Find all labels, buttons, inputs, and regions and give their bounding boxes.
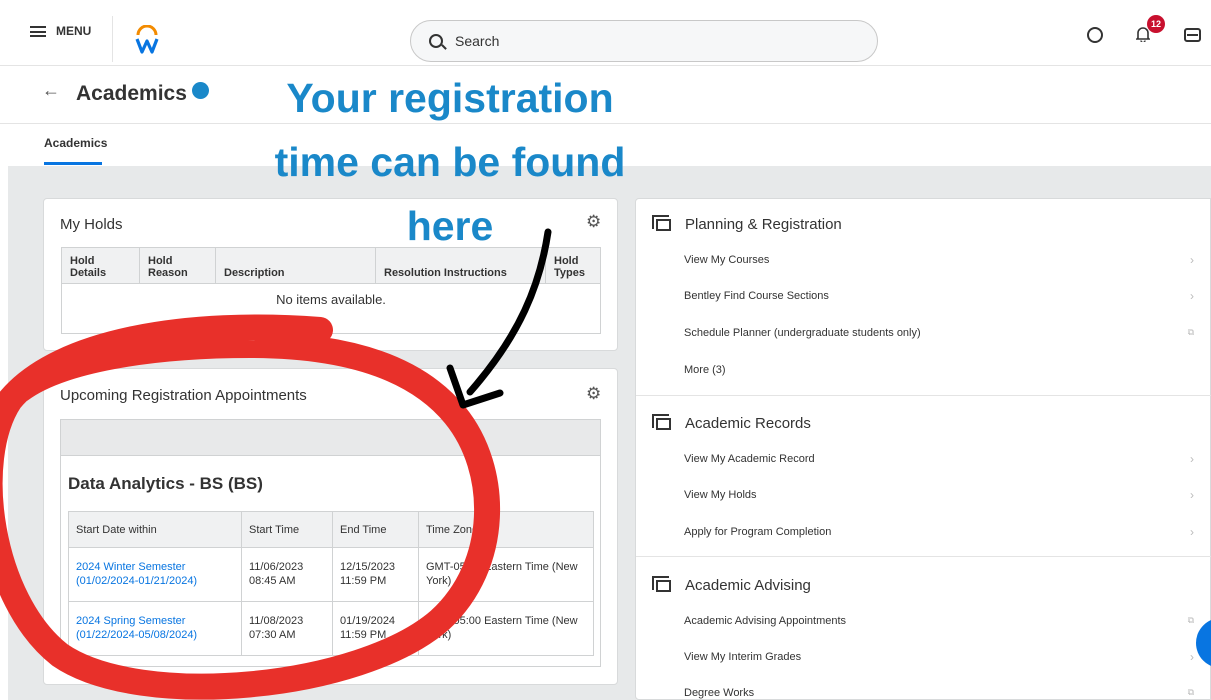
nav-item-program-completion[interactable]: Apply for Program Completion › bbox=[684, 525, 1194, 539]
external-link-icon: ⧉ bbox=[1187, 327, 1194, 337]
search-input[interactable]: Search bbox=[455, 33, 499, 49]
semester-link[interactable]: 2024 Spring Semester (01/22/2024-05/08/2… bbox=[68, 601, 242, 656]
nav-item-interim-grades[interactable]: View My Interim Grades › bbox=[684, 650, 1194, 664]
divider bbox=[636, 395, 1211, 396]
worklet-icon bbox=[652, 413, 671, 430]
external-link-icon: ⧉ bbox=[1187, 687, 1194, 697]
nav-item-label: More (3) bbox=[684, 364, 726, 376]
start-time-cell: 11/06/2023 08:45 AM bbox=[241, 547, 333, 602]
chevron-right-icon: › bbox=[1190, 488, 1194, 502]
column-header: Start Time bbox=[241, 511, 333, 548]
annotation-text: Your registration time can be found here bbox=[190, 66, 710, 258]
search-bar[interactable]: Search bbox=[410, 20, 878, 62]
chevron-right-icon: › bbox=[1190, 253, 1194, 267]
time-zone-cell: GMT-05:00 Eastern Time (New York) bbox=[418, 547, 594, 602]
section-title: Academic Records bbox=[685, 415, 811, 432]
menu-label: MENU bbox=[56, 24, 92, 38]
appointments-container: Data Analytics - BS (BS) Start Date with… bbox=[60, 419, 601, 667]
holds-table: Hold Details Hold Reason Description Res… bbox=[61, 247, 601, 334]
nav-item-label: Degree Works bbox=[684, 687, 755, 699]
menu-button[interactable]: MENU bbox=[30, 24, 91, 38]
hamburger-icon bbox=[30, 25, 46, 37]
notification-badge: 12 bbox=[1147, 15, 1165, 33]
column-header: Start Date within bbox=[68, 511, 242, 548]
chevron-right-icon: › bbox=[1190, 289, 1194, 303]
external-link-icon: ⧉ bbox=[1187, 615, 1194, 625]
table-row: 2024 Spring Semester (01/22/2024-05/08/2… bbox=[68, 601, 594, 656]
nav-item-label: View My Academic Record bbox=[684, 453, 815, 465]
nav-item-label: View My Holds bbox=[684, 489, 757, 501]
nav-item-find-course-sections[interactable]: Bentley Find Course Sections › bbox=[684, 289, 1194, 303]
nav-item-schedule-planner[interactable]: Schedule Planner (undergraduate students… bbox=[684, 327, 1194, 339]
column-header: Time Zone bbox=[418, 511, 594, 548]
nav-item-academic-record[interactable]: View My Academic Record › bbox=[684, 452, 1194, 466]
search-icon bbox=[429, 34, 443, 48]
appointments-table: Start Date within Start Time End Time Ti… bbox=[68, 511, 594, 656]
chevron-right-icon: › bbox=[1190, 452, 1194, 466]
academics-links-panel: Planning & Registration View My Courses … bbox=[635, 198, 1211, 700]
annotation-line: here bbox=[406, 203, 494, 249]
worklet-icon bbox=[652, 575, 671, 592]
inbox-icon[interactable] bbox=[1184, 28, 1201, 42]
gear-icon[interactable]: ⚙ bbox=[586, 384, 601, 404]
empty-state: No items available. bbox=[61, 283, 601, 334]
my-holds-title: My Holds bbox=[60, 216, 123, 233]
back-arrow-icon[interactable]: ← bbox=[42, 80, 60, 101]
table-row: 2024 Winter Semester (01/02/2024-01/21/2… bbox=[68, 547, 594, 602]
annotation-line: time can be found bbox=[274, 139, 626, 185]
nav-item-view-my-courses[interactable]: View My Courses › bbox=[684, 253, 1194, 267]
divider bbox=[636, 556, 1211, 557]
nav-item-label: Bentley Find Course Sections bbox=[684, 290, 829, 302]
nav-item-more[interactable]: More (3) bbox=[684, 364, 1194, 376]
active-tab-indicator bbox=[44, 162, 102, 165]
nav-item-advising-appointments[interactable]: Academic Advising Appointments ⧉ bbox=[684, 615, 1194, 627]
page-title: Academics bbox=[76, 82, 187, 105]
nav-item-label: Academic Advising Appointments bbox=[684, 615, 847, 627]
appointments-header-band bbox=[61, 420, 600, 456]
nav-item-label: View My Interim Grades bbox=[684, 651, 802, 663]
program-title: Data Analytics - BS (BS) bbox=[68, 474, 263, 493]
workday-logo[interactable] bbox=[134, 25, 160, 55]
academic-advising-header: Academic Advising bbox=[652, 575, 811, 594]
nav-item-degree-works[interactable]: Degree Works ⧉ bbox=[684, 687, 1194, 699]
chat-icon[interactable] bbox=[1087, 27, 1103, 43]
section-title: Academic Advising bbox=[685, 577, 811, 594]
end-time-cell: 12/15/2023 11:59 PM bbox=[332, 547, 419, 602]
time-zone-cell: GMT-05:00 Eastern Time (New York) bbox=[418, 601, 594, 656]
nav-item-label: Apply for Program Completion bbox=[684, 526, 832, 538]
column-header: End Time bbox=[332, 511, 419, 548]
nav-item-view-my-holds[interactable]: View My Holds › bbox=[684, 488, 1194, 502]
column-header: Hold Details bbox=[61, 247, 140, 284]
tab-academics[interactable]: Academics bbox=[44, 136, 107, 150]
annotation-line: Your registration bbox=[286, 75, 614, 121]
nav-item-label: Schedule Planner (undergraduate students… bbox=[684, 327, 921, 339]
semester-link[interactable]: 2024 Winter Semester (01/02/2024-01/21/2… bbox=[68, 547, 242, 602]
divider bbox=[112, 16, 113, 62]
appointments-title: Upcoming Registration Appointments bbox=[60, 387, 307, 404]
start-time-cell: 11/08/2023 07:30 AM bbox=[241, 601, 333, 656]
end-time-cell: 01/19/2024 11:59 PM bbox=[332, 601, 419, 656]
chevron-right-icon: › bbox=[1190, 650, 1194, 664]
top-navigation-bar: MENU Search bbox=[0, 0, 1211, 66]
chevron-right-icon: › bbox=[1190, 525, 1194, 539]
academic-records-header: Academic Records bbox=[652, 413, 811, 432]
